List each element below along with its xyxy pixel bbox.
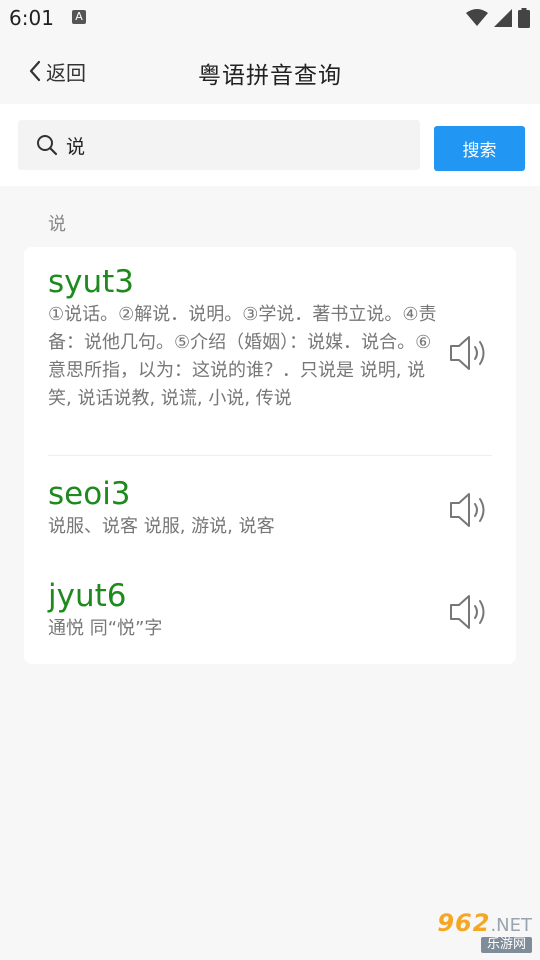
status-time: 6:01 xyxy=(9,6,54,30)
status-bar: 6:01 A xyxy=(0,0,540,36)
result-item: jyut6 通悦 同“悦”字 xyxy=(48,577,492,657)
search-input[interactable] xyxy=(66,130,406,160)
results-card: syut3 ①说话。②解说．说明。③学说．著书立说。④责备：说他几句。⑤介绍（婚… xyxy=(24,247,516,664)
page-title: 粤语拼音查询 xyxy=(198,63,342,89)
search-area: 搜索 xyxy=(0,104,540,186)
watermark-subtitle: 乐游网 xyxy=(480,937,532,953)
notification-icon: A xyxy=(72,10,86,24)
query-label: 说 xyxy=(48,214,66,235)
app-header: 返回 粤语拼音查询 xyxy=(0,36,540,104)
result-jyutping: jyut6 xyxy=(48,578,127,614)
signal-icon xyxy=(494,9,512,27)
search-icon xyxy=(37,135,58,156)
watermark-suffix: .NET xyxy=(490,915,532,936)
result-meaning: ①说话。②解说．说明。③学说．著书立说。④责备：说他几句。⑤介绍（婚姻）：说媒．… xyxy=(48,304,437,409)
speaker-icon[interactable] xyxy=(448,333,492,373)
battery-icon xyxy=(518,8,530,28)
search-button[interactable]: 搜索 xyxy=(434,126,525,171)
result-meaning: 通悦 同“悦”字 xyxy=(48,618,163,639)
result-item: syut3 ①说话。②解说．说明。③学说．著书立说。④责备：说他几句。⑤介绍（婚… xyxy=(48,263,492,456)
speaker-icon[interactable] xyxy=(448,592,492,632)
status-icons xyxy=(466,8,530,28)
watermark-number: 962 xyxy=(437,909,491,937)
wifi-icon xyxy=(466,9,488,26)
result-meaning: 说服、说客 说服, 游说, 说客 xyxy=(48,516,275,537)
result-item: seoi3 说服、说客 说服, 游说, 说客 xyxy=(48,475,492,555)
speaker-icon[interactable] xyxy=(448,490,492,530)
result-jyutping: syut3 xyxy=(48,264,135,300)
watermark-logo: 962.NET 乐游网 xyxy=(398,910,532,954)
result-jyutping: seoi3 xyxy=(48,476,131,512)
search-box[interactable] xyxy=(18,120,420,170)
